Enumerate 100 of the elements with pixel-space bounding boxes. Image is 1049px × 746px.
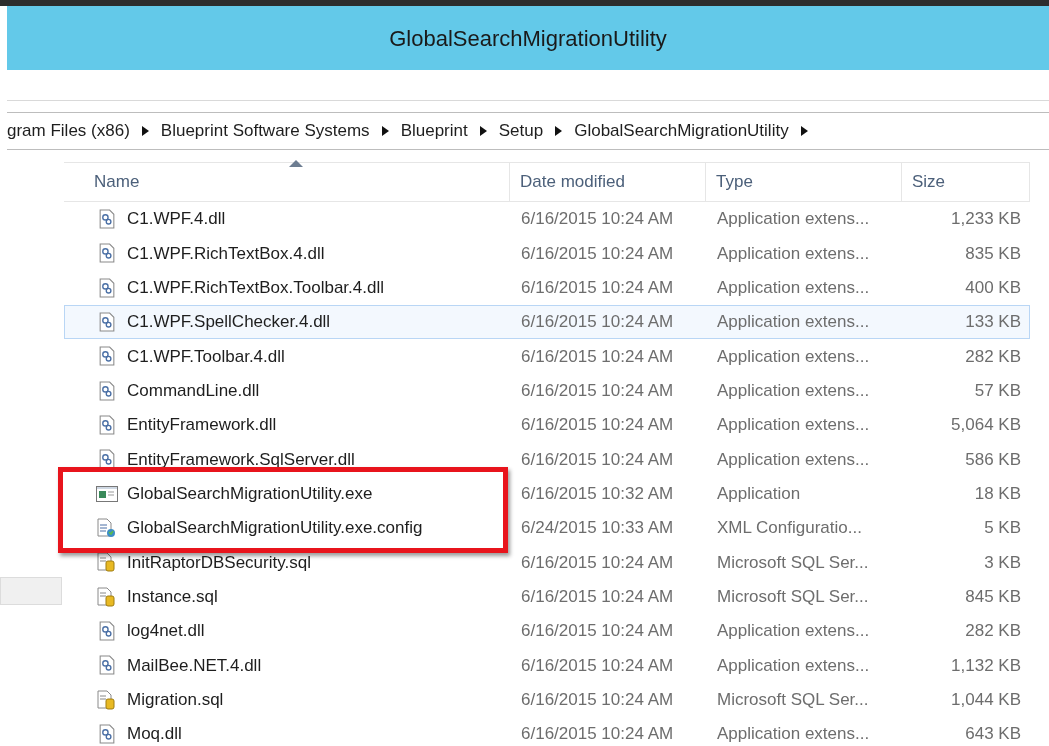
file-row[interactable]: Instance.sql 6/16/2015 10:24 AM Microsoft SQL Ser... 845 KB [64, 579, 1030, 614]
file-name: GlobalSearchMigrationUtility.exe.config [127, 517, 423, 540]
breadcrumb-item[interactable]: gram Files (x86) [7, 118, 130, 144]
size-cell-text: 845 KB [964, 586, 1021, 608]
file-name: log4net.dll [127, 620, 205, 643]
nav-pane-highlight [0, 577, 62, 605]
size-cell-text: 57 KB [973, 380, 1021, 403]
size-cell-text: 282 KB [964, 620, 1021, 643]
date-cell-text: 6/24/2015 10:33 AM [520, 517, 675, 540]
type-cell-text: Application extens... [716, 345, 871, 368]
breadcrumb-item[interactable]: Blueprint Software Systems [160, 118, 370, 144]
date-cell-text: 6/16/2015 10:24 AM [520, 242, 675, 265]
file-name: EntityFramework.dll [127, 414, 277, 437]
date-cell-text: 6/16/2015 10:24 AM [520, 345, 675, 368]
type-cell-text: Application [716, 483, 802, 506]
date-cell-text: 6/16/2015 10:24 AM [520, 208, 675, 231]
file-row[interactable]: C1.WPF.RichTextBox.Toolbar.4.dll 6/16/2015 10:24 AM Application extens... 400 KB [64, 270, 1030, 305]
file-row[interactable]: C1.WPF.Toolbar.4.dll 6/16/2015 10:24 AM Application extens... 282 KB [64, 339, 1030, 374]
breadcrumb-arrow-icon [381, 126, 389, 136]
size-cell-text: 586 KB [964, 448, 1021, 471]
date-cell-text: 6/16/2015 10:24 AM [520, 551, 675, 574]
date-cell-text: 6/16/2015 10:24 AM [520, 723, 675, 746]
file-row[interactable]: GlobalSearchMigrationUtility.exe 6/16/2015 10:32 AM Application 18 KB [64, 476, 1030, 511]
size-cell-text: 18 KB [973, 483, 1021, 506]
type-cell-text: Application extens... [716, 414, 871, 437]
date-cell-text: 6/16/2015 10:24 AM [520, 277, 675, 300]
database-file-icon [97, 552, 117, 573]
application-window-icon [96, 484, 118, 503]
file-row[interactable]: EntityFramework.SqlServer.dll 6/16/2015 10:24 AM Application extens... 586 KB [64, 442, 1030, 477]
type-cell-text: Application extens... [716, 311, 871, 334]
size-cell-text: 1,044 KB [950, 689, 1021, 711]
file-name: C1.WPF.4.dll [127, 208, 226, 231]
file-row[interactable]: Moq.dll 6/16/2015 10:24 AM Application extens... 643 KB [64, 716, 1030, 746]
file-row[interactable]: log4net.dll 6/16/2015 10:24 AM Application extens... 282 KB [64, 613, 1030, 649]
column-header[interactable]: Date modified [510, 163, 706, 201]
window-title: GlobalSearchMigrationUtility [389, 24, 667, 53]
type-cell-text: Application extens... [716, 723, 871, 746]
file-name: C1.WPF.Toolbar.4.dll [127, 345, 285, 368]
file-name: Instance.sql [127, 586, 218, 608]
type-cell-text: Application extens... [716, 380, 871, 403]
file-row[interactable]: GlobalSearchMigrationUtility.exe.config 6/24/2015 10:33 AM XML Configuratio... 5 KB [64, 510, 1030, 546]
file-name: C1.WPF.RichTextBox.4.dll [127, 242, 325, 265]
file-row[interactable]: C1.WPF.SpellChecker.4.dll 6/16/2015 10:24 AM Application extens... 133 KB [64, 305, 1030, 340]
size-cell-text: 5,064 KB [950, 414, 1021, 437]
file-name: GlobalSearchMigrationUtility.exe [127, 483, 373, 506]
column-header[interactable]: Type [706, 163, 902, 201]
file-name: C1.WPF.SpellChecker.4.dll [127, 311, 331, 334]
file-name: EntityFramework.SqlServer.dll [127, 448, 355, 471]
file-row[interactable]: C1.WPF.RichTextBox.4.dll 6/16/2015 10:24 AM Application extens... 835 KB [64, 236, 1030, 271]
file-row[interactable]: EntityFramework.dll 6/16/2015 10:24 AM Application extens... 5,064 KB [64, 407, 1030, 443]
date-cell-text: 6/16/2015 10:24 AM [520, 311, 675, 334]
size-cell-text: 400 KB [964, 277, 1021, 300]
breadcrumb-arrow-icon [555, 126, 563, 136]
size-cell-text: 282 KB [964, 345, 1021, 368]
type-cell-text: Microsoft SQL Ser... [716, 586, 870, 608]
date-cell-text: 6/16/2015 10:32 AM [520, 483, 675, 506]
file-row[interactable]: Migration.sql 6/16/2015 10:24 AM Microsoft SQL Ser... 1,044 KB [64, 682, 1030, 717]
column-header[interactable]: Size [902, 163, 1030, 201]
type-cell-text: Application extens... [716, 242, 871, 265]
size-cell-text: 1,132 KB [950, 654, 1021, 677]
breadcrumb-item[interactable]: Blueprint [400, 118, 468, 144]
sort-arrow-icon [289, 160, 303, 167]
size-cell-text: 5 KB [983, 517, 1021, 540]
size-cell-text: 133 KB [964, 311, 1021, 334]
breadcrumb-item[interactable]: Setup [498, 118, 544, 144]
column-header[interactable]: Name [64, 163, 510, 201]
date-cell-text: 6/16/2015 10:24 AM [520, 620, 675, 643]
file-name: C1.WPF.RichTextBox.Toolbar.4.dll [127, 277, 384, 300]
date-cell-text: 6/16/2015 10:24 AM [520, 689, 675, 711]
file-name: MailBee.NET.4.dll [127, 654, 262, 677]
date-cell-text: 6/16/2015 10:24 AM [520, 380, 675, 403]
file-row[interactable]: CommandLine.dll 6/16/2015 10:24 AM Application extens... 57 KB [64, 373, 1030, 408]
file-name: InitRaptorDBSecurity.sql [127, 551, 311, 574]
file-name: CommandLine.dll [127, 380, 260, 403]
type-cell-text: Application extens... [716, 208, 871, 231]
config-file-icon [97, 518, 117, 539]
type-cell-text: Application extens... [716, 654, 871, 677]
date-cell-text: 6/16/2015 10:24 AM [520, 414, 675, 437]
file-row[interactable]: MailBee.NET.4.dll 6/16/2015 10:24 AM Application extens... 1,132 KB [64, 648, 1030, 683]
file-row[interactable]: C1.WPF.4.dll 6/16/2015 10:24 AM Application extens... 1,233 KB [64, 202, 1030, 237]
size-cell-text: 1,233 KB [950, 208, 1021, 231]
date-cell-text: 6/16/2015 10:24 AM [520, 654, 675, 677]
database-file-icon [97, 586, 117, 607]
breadcrumb-arrow-icon [800, 126, 808, 136]
type-cell-text: Application extens... [716, 277, 871, 300]
file-name: Migration.sql [127, 689, 224, 711]
breadcrumb-arrow-icon [141, 126, 149, 136]
size-cell-text: 643 KB [964, 723, 1021, 746]
breadcrumb-arrow-icon [479, 126, 487, 136]
file-row[interactable]: InitRaptorDBSecurity.sql 6/16/2015 10:24 AM Microsoft SQL Ser... 3 KB [64, 545, 1030, 580]
type-cell-text: Application extens... [716, 448, 871, 471]
type-cell-text: Microsoft SQL Ser... [716, 689, 870, 711]
size-cell-text: 835 KB [964, 242, 1021, 265]
size-cell-text: 3 KB [983, 551, 1021, 574]
address-bar[interactable]: gram Files (x86) Blueprint Software Systems Blueprint Setup GlobalSearchMigrationUtility [7, 112, 1049, 150]
database-file-icon [97, 689, 117, 710]
type-cell-text: XML Configuratio... [716, 517, 863, 540]
breadcrumb-item[interactable]: GlobalSearchMigrationUtility [574, 118, 789, 144]
type-cell-text: Application extens... [716, 620, 871, 643]
file-name: Moq.dll [127, 723, 182, 746]
